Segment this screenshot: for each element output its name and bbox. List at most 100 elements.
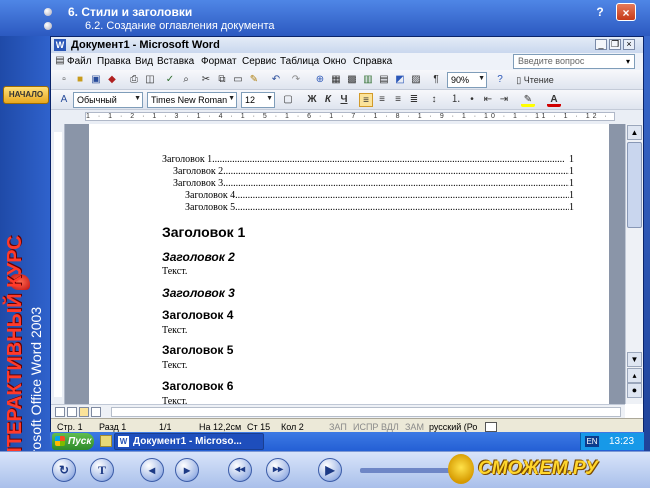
start-lesson-button[interactable]: НАЧАЛО	[3, 86, 49, 104]
bold-button[interactable]: Ж	[305, 93, 319, 107]
font-size-select[interactable]: 12 ▼	[241, 92, 275, 108]
format-painter-icon[interactable]: ✎	[247, 73, 261, 87]
line-spacing-icon[interactable]: ↕	[427, 93, 441, 107]
replay-icon[interactable]: ↻	[52, 458, 76, 482]
document-map-icon[interactable]: ▨	[409, 73, 423, 87]
body-paragraph[interactable]: Текст.	[162, 360, 187, 371]
scroll-thumb[interactable]	[627, 142, 642, 228]
columns-icon[interactable]: ▤	[377, 73, 391, 87]
numbering-icon[interactable]: ⒈	[449, 93, 463, 107]
taskbar-word-button[interactable]: W Документ1 - Microso...	[114, 433, 264, 450]
tables-borders-icon[interactable]: ▦	[329, 73, 343, 87]
horizontal-ruler[interactable]: 1 · 1 · 2 · 1 · 3 · 1 · 4 · 1 · 5 · 1 · …	[51, 110, 643, 124]
toc-entry[interactable]: Заголовок 5.............................…	[185, 202, 569, 214]
save-icon[interactable]: ▣	[89, 73, 103, 87]
quick-launch-icon[interactable]	[100, 435, 112, 447]
show-formatting-icon[interactable]: ¶	[429, 73, 443, 87]
previous-chapter-icon[interactable]: ◂◂	[228, 458, 252, 482]
print-icon[interactable]: ⎙	[127, 73, 141, 87]
open-folder-icon[interactable]: ■	[73, 73, 87, 87]
restore-icon[interactable]: ❐	[609, 39, 621, 50]
heading-1[interactable]: Заголовок 1	[162, 224, 245, 240]
body-paragraph[interactable]: Текст.	[162, 266, 187, 277]
align-right-icon[interactable]: ≡	[391, 93, 405, 107]
vertical-ruler[interactable]	[51, 124, 65, 404]
body-paragraph[interactable]: Текст.	[162, 396, 187, 404]
style-select[interactable]: Обычный ▼	[73, 92, 143, 108]
minimize-icon[interactable]: _	[595, 39, 607, 50]
decrease-indent-icon[interactable]: ⇤	[481, 93, 495, 107]
zoom-select[interactable]: 90% ▼	[447, 72, 487, 88]
toc-entry[interactable]: Заголовок 2.............................…	[173, 166, 569, 178]
status-record[interactable]: ЗАП	[329, 422, 347, 432]
hyperlink-icon[interactable]: ⊕	[313, 73, 327, 87]
increase-indent-icon[interactable]: ⇥	[497, 93, 511, 107]
cut-icon[interactable]: ✂	[199, 73, 213, 87]
previous-step-icon[interactable]: ◂	[140, 458, 164, 482]
align-center-icon[interactable]: ≡	[375, 93, 389, 107]
print-layout-icon[interactable]	[79, 407, 89, 417]
playback-progress[interactable]	[360, 468, 460, 473]
heading-2[interactable]: Заголовок 2	[162, 250, 235, 264]
insert-excel-icon[interactable]: ▥	[361, 73, 375, 87]
language-indicator[interactable]: EN	[585, 436, 599, 447]
font-color-icon[interactable]: A	[547, 93, 561, 107]
underline-button[interactable]: Ч	[337, 93, 351, 107]
reading-mode-button[interactable]: ▯ Чтение	[513, 73, 557, 87]
menu-edit[interactable]: Правка	[97, 56, 131, 67]
help-icon[interactable]: ?	[493, 73, 507, 87]
toc-entry[interactable]: Заголовок 4.............................…	[185, 190, 569, 202]
redo-icon[interactable]: ↷	[289, 73, 303, 87]
permission-icon[interactable]: ◆	[105, 73, 119, 87]
toc-entry[interactable]: Заголовок 1.............................…	[162, 154, 580, 166]
next-chapter-icon[interactable]: ▸▸	[266, 458, 290, 482]
text-mode-icon[interactable]: T	[90, 458, 114, 482]
spelling-status-icon[interactable]	[485, 422, 497, 432]
bullets-icon[interactable]: •	[465, 93, 479, 107]
italic-button[interactable]: К	[321, 93, 335, 107]
menu-tools[interactable]: Сервис	[242, 56, 276, 67]
vertical-scrollbar[interactable]: ▲ ▼ ▴ ●	[625, 124, 643, 404]
menu-window[interactable]: Окно	[323, 56, 346, 67]
justify-icon[interactable]: ≣	[407, 93, 421, 107]
paste-icon[interactable]: ▭	[231, 73, 245, 87]
new-document-icon[interactable]: ▫	[57, 73, 71, 87]
previous-page-icon[interactable]: ▴	[627, 368, 642, 383]
document-area[interactable]: Заголовок 1.............................…	[65, 124, 625, 404]
menu-table[interactable]: Таблица	[280, 56, 319, 67]
horizontal-scrollbar[interactable]	[111, 407, 621, 417]
toc-entry[interactable]: Заголовок 3.............................…	[173, 178, 569, 190]
heading-5[interactable]: Заголовок 5	[162, 343, 233, 357]
print-preview-icon[interactable]: ◫	[143, 73, 157, 87]
menu-format[interactable]: Формат	[201, 56, 237, 67]
ask-dropdown-icon[interactable]: ▾	[621, 54, 635, 69]
align-left-icon[interactable]: ≡	[359, 93, 373, 107]
undo-icon[interactable]: ↶	[269, 73, 283, 87]
copy-icon[interactable]: ⧉	[215, 73, 229, 87]
drawing-icon[interactable]: ◩	[393, 73, 407, 87]
research-icon[interactable]: ⌕	[179, 73, 193, 87]
borders-icon[interactable]: ▢	[281, 93, 295, 107]
menu-help[interactable]: Справка	[353, 56, 392, 67]
status-track-changes[interactable]: ИСПР	[353, 422, 378, 432]
ask-question-input[interactable]: Введите вопрос	[513, 54, 635, 69]
status-overwrite[interactable]: ЗАМ	[405, 422, 424, 432]
normal-view-icon[interactable]	[55, 407, 65, 417]
start-button[interactable]: Пуск	[52, 433, 94, 450]
font-select[interactable]: Times New Roman ▼	[147, 92, 237, 108]
styles-pane-icon[interactable]: A	[57, 93, 71, 107]
heading-6[interactable]: Заголовок 6	[162, 379, 233, 393]
document-page[interactable]: Заголовок 1.............................…	[89, 124, 609, 404]
scroll-down-icon[interactable]: ▼	[627, 352, 642, 367]
highlight-icon[interactable]: ✎	[521, 93, 535, 107]
body-paragraph[interactable]: Текст.	[162, 325, 187, 336]
heading-3[interactable]: Заголовок 3	[162, 286, 235, 300]
web-view-icon[interactable]	[67, 407, 77, 417]
window-close-icon[interactable]: ×	[623, 39, 635, 50]
menu-file[interactable]: Файл	[67, 56, 92, 67]
browse-object-icon[interactable]: ●	[627, 383, 642, 398]
next-step-icon[interactable]: ▸	[175, 458, 199, 482]
menu-insert[interactable]: Вставка	[157, 56, 194, 67]
heading-4[interactable]: Заголовок 4	[162, 308, 233, 322]
insert-table-icon[interactable]: ▩	[345, 73, 359, 87]
